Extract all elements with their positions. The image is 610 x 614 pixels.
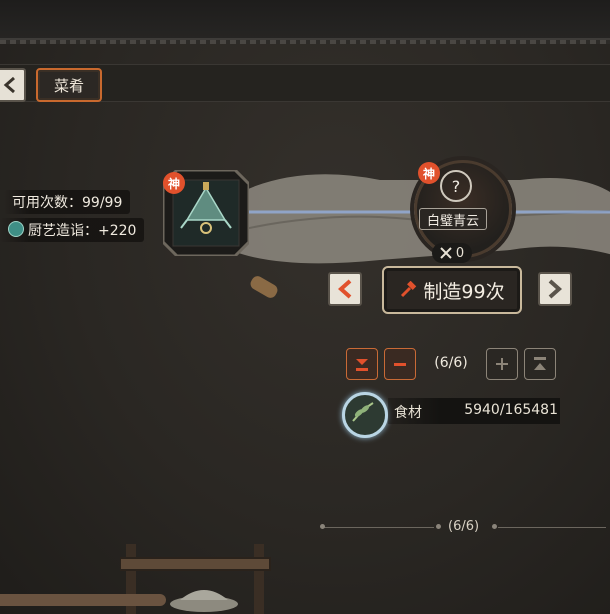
craft-button[interactable]: 制造99次 (382, 266, 522, 314)
back-button[interactable] (0, 68, 26, 102)
ingredient-bar: 食材 5940/165481 (388, 398, 560, 424)
pager-dot-mid (436, 524, 441, 529)
pager-label: (6/6) (448, 519, 480, 534)
ingredient-icon (342, 392, 388, 438)
double-up-icon (534, 357, 546, 370)
herb-icon (352, 402, 374, 422)
minus-icon (394, 363, 406, 366)
unknown-mark: ? (451, 176, 461, 196)
tools-icon (440, 247, 452, 259)
owned-count: 0 (432, 243, 472, 263)
pager-line-left (324, 527, 434, 528)
craft-button-label: 制造99次 (423, 280, 505, 303)
tab-dishes[interactable]: 菜肴 (36, 68, 102, 102)
increase-button[interactable] (486, 348, 518, 380)
target-dish-name: 白璧青云 (419, 208, 487, 230)
target-rank-badge: 神 (418, 162, 440, 184)
ingredient-label: 食材 (394, 405, 422, 421)
double-down-icon (356, 359, 368, 371)
cooking-skill-text: 厨艺造诣：+220 (28, 223, 137, 239)
top-bar (0, 0, 610, 44)
rank-badge: 神 (163, 172, 185, 194)
ingredient-amount: 5940/165481 (464, 402, 558, 418)
min-quantity-button[interactable] (346, 348, 378, 380)
uses-remaining: 可用次数：99/99 (4, 190, 131, 214)
unknown-dish-icon: ? (440, 170, 472, 202)
pager-line-right (498, 527, 606, 528)
quantity-value: (6/6) (434, 355, 468, 371)
prev-recipe-button[interactable] (328, 272, 362, 306)
chevron-left-icon (337, 279, 352, 299)
plus-icon (496, 358, 508, 370)
pager-dot-left (320, 524, 325, 529)
decrease-button[interactable] (384, 348, 416, 380)
pager: (6/6) (320, 518, 610, 538)
pager-dot-right (492, 524, 497, 529)
hammer-icon (401, 281, 417, 298)
next-recipe-button[interactable] (538, 272, 572, 306)
bottom-rail-decoration (0, 594, 166, 606)
skill-icon (8, 221, 24, 237)
max-quantity-button[interactable] (524, 348, 556, 380)
owned-count-value: 0 (455, 245, 465, 261)
chevron-right-icon (548, 279, 563, 299)
chevron-left-icon (3, 76, 15, 94)
cooking-skill-bonus: 厨艺造诣：+220 (0, 218, 145, 242)
